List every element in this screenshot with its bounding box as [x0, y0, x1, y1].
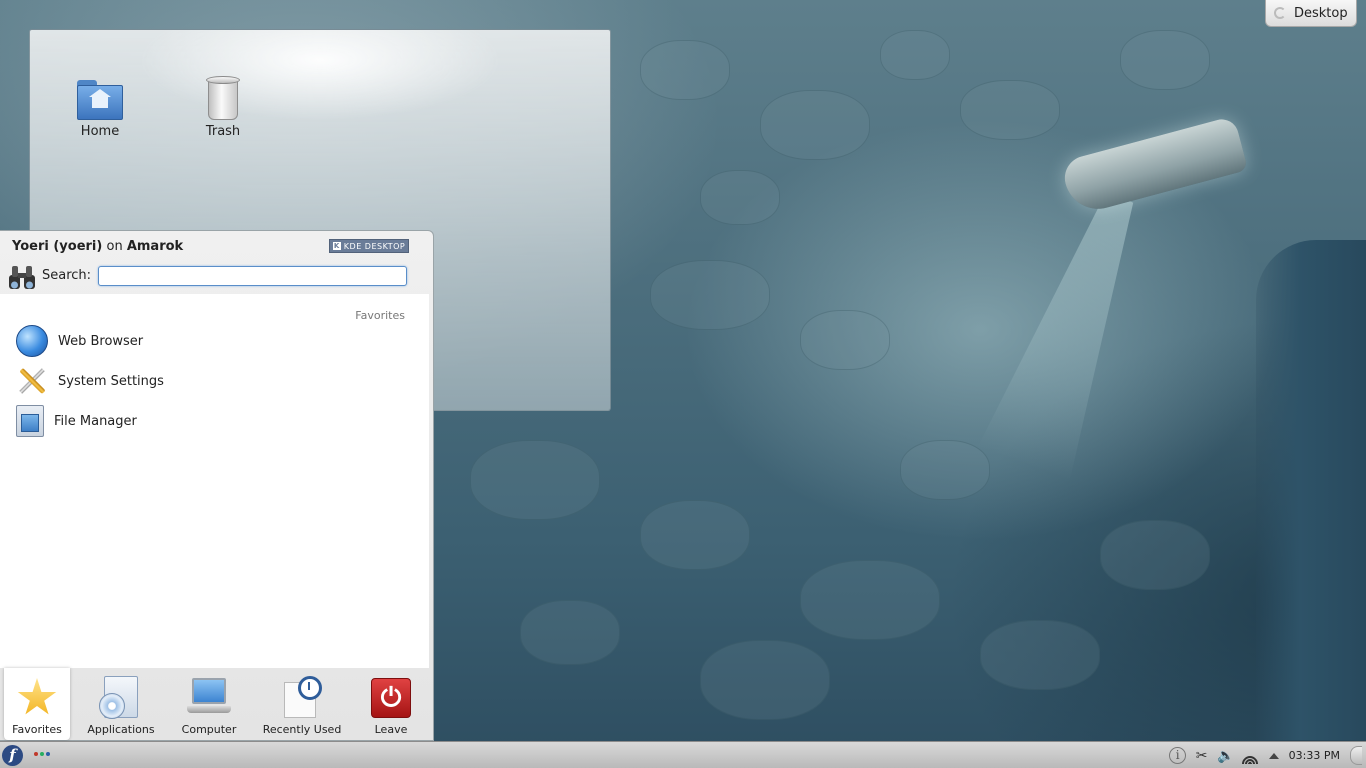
desktop-icon-label: Trash: [205, 124, 241, 139]
klipper-icon[interactable]: ✂: [1193, 747, 1211, 765]
pager-dot: [40, 752, 44, 756]
kde-desktop-badge: K KDE DESKTOP: [329, 239, 409, 253]
kickoff-launcher-menu: Yoeri (yoeri) on Amarok K KDE DESKTOP Se…: [0, 230, 434, 741]
desktop-icon-trash[interactable]: Trash: [178, 72, 268, 139]
toolbox-icon: [1274, 7, 1286, 19]
binoculars-icon: [9, 266, 35, 289]
submarine-illustration: [1059, 115, 1249, 217]
trash-icon: [206, 76, 240, 120]
search-input[interactable]: [98, 266, 407, 286]
kde-badge-label: KDE DESKTOP: [343, 241, 406, 251]
panel-toolbox-icon[interactable]: [1350, 746, 1362, 765]
desktop-icon-home[interactable]: Home: [55, 72, 145, 139]
section-title: Favorites: [355, 309, 405, 322]
favorite-file-manager[interactable]: File Manager: [16, 403, 137, 439]
globe-icon: [16, 325, 48, 357]
kickoff-tab-bar: Favorites Applications Computer Recently…: [0, 667, 434, 740]
favorite-label: System Settings: [58, 373, 164, 389]
computer-icon: [187, 678, 231, 718]
favorite-web-browser[interactable]: Web Browser: [16, 323, 143, 359]
home-folder-icon: [77, 80, 123, 120]
favorite-label: File Manager: [54, 413, 137, 429]
system-tray: i ✂ 🔈 03:33 PM: [1169, 746, 1362, 765]
wifi-icon[interactable]: [1240, 747, 1259, 765]
tab-label: Leave: [374, 723, 408, 736]
fedora-icon[interactable]: f: [2, 745, 23, 766]
clock[interactable]: 03:33 PM: [1289, 749, 1340, 762]
tab-label: Recently Used: [262, 723, 342, 736]
kde-logo-icon: K: [332, 242, 341, 250]
pager-dot: [34, 752, 38, 756]
desktop-pager[interactable]: [34, 752, 50, 756]
taskbar-panel: f i ✂ 🔈 03:33 PM: [0, 741, 1366, 768]
desktop-toolbox-button[interactable]: Desktop: [1265, 0, 1357, 27]
tab-label: Favorites: [12, 723, 62, 736]
file-manager-icon: [16, 405, 44, 437]
tools-icon: [16, 365, 48, 397]
power-icon: ⏻: [371, 678, 411, 718]
info-icon[interactable]: i: [1169, 747, 1187, 765]
search-label: Search:: [42, 268, 92, 283]
host-name: Amarok: [126, 239, 184, 254]
tab-favorites[interactable]: Favorites: [4, 668, 70, 740]
expand-tray-icon[interactable]: [1265, 747, 1283, 765]
star-icon: [17, 678, 57, 715]
favorite-system-settings[interactable]: System Settings: [16, 363, 164, 399]
favorite-label: Web Browser: [58, 333, 144, 349]
pager-dot: [46, 752, 50, 756]
favorites-list: Favorites Web Browser System Settings Fi…: [0, 294, 429, 668]
user-name: Yoeri (yoeri): [12, 239, 103, 254]
tab-recently-used[interactable]: Recently Used: [256, 668, 348, 740]
toolbox-label: Desktop: [1294, 5, 1348, 21]
tab-applications[interactable]: Applications: [82, 668, 160, 740]
tab-label: Computer: [181, 723, 237, 736]
volume-icon[interactable]: 🔈: [1217, 747, 1235, 765]
on-word: on: [106, 239, 123, 254]
desktop-icon-label: Home: [80, 124, 120, 139]
user-host-header: Yoeri (yoeri) on Amarok: [12, 239, 183, 254]
recently-used-icon: [282, 676, 322, 718]
tab-computer[interactable]: Computer: [174, 668, 244, 740]
tab-leave[interactable]: ⏻ Leave: [360, 668, 422, 740]
applications-icon: [99, 676, 138, 719]
tab-label: Applications: [87, 723, 155, 736]
